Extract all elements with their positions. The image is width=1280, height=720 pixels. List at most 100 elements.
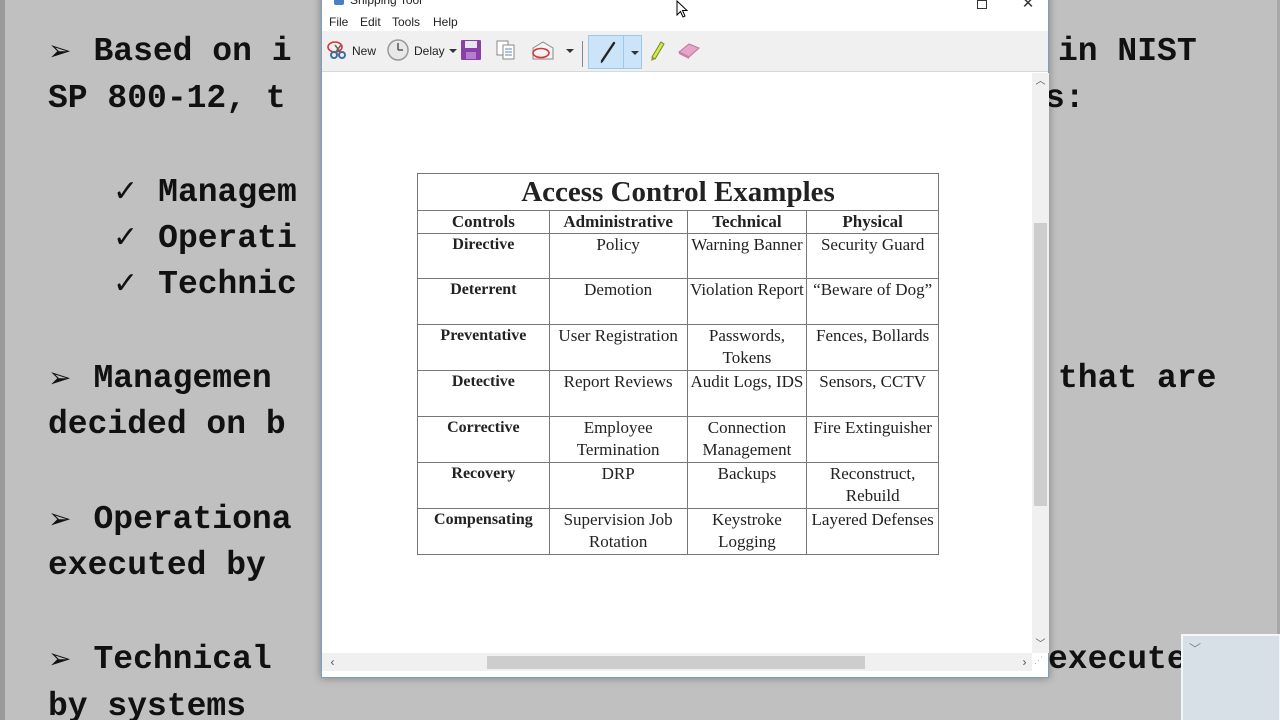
cell-physical: Security Guard (806, 233, 939, 279)
cell-administrative: User Registration (548, 324, 688, 371)
slide-line: executed by (48, 547, 266, 584)
scroll-right-icon[interactable]: › (1016, 653, 1033, 671)
mouse-cursor-icon (676, 0, 690, 18)
menu-file[interactable]: File (329, 15, 348, 29)
maximize-button[interactable] (972, 0, 992, 11)
table-title: Access Control Examples (417, 173, 939, 211)
arrow-bullet-icon: ➢ (48, 642, 72, 675)
slide-line-tail: that are (1058, 360, 1217, 397)
table-row: Detective Report Reviews Audit Logs, IDS… (417, 370, 939, 417)
cell-physical: Fire Extinguisher (806, 416, 939, 463)
snipping-tool-window[interactable]: Snipping Tool ✕ File Edit Tools Help New… (321, 0, 1049, 678)
slide-line-tail: in NIST (1058, 33, 1197, 70)
captured-image: Access Control Examples Controls Adminis… (417, 173, 939, 555)
cell-physical: Layered Defenses (806, 508, 939, 555)
highlighter-button[interactable] (646, 37, 668, 65)
horizontal-scrollbar[interactable]: ‹ › (322, 653, 1032, 671)
menu-help[interactable]: Help (433, 15, 458, 29)
cell-technical: Violation Report (686, 278, 808, 325)
maximize-icon (977, 0, 987, 9)
vertical-scroll-thumb[interactable] (1034, 223, 1047, 506)
save-icon (460, 39, 482, 64)
slide-line: by systems (48, 688, 247, 720)
cell-technical: Audit Logs, IDS (686, 370, 808, 417)
close-button[interactable]: ✕ (1018, 0, 1038, 11)
table-row: Recovery DRP Backups Reconstruct, Rebuil… (417, 462, 939, 509)
table-row: Preventative User Registration Passwords… (417, 324, 939, 371)
close-icon: ✕ (1021, 0, 1035, 12)
checkmark-icon: ✓ (113, 266, 139, 301)
slide-bullet-line: ➢ Operationa (48, 501, 292, 538)
column-header: Physical (806, 210, 939, 234)
row-control: Compensating (417, 508, 550, 555)
row-control: Corrective (417, 416, 550, 463)
cell-physical: Reconstruct, Rebuild (806, 462, 939, 509)
scroll-left-icon[interactable]: ‹ (324, 653, 341, 671)
cell-technical: Passwords, Tokens (686, 324, 808, 371)
send-email-icon (530, 39, 556, 64)
cell-technical: Warning Banner (686, 233, 808, 279)
slide-edge (0, 0, 5, 720)
scroll-down-icon[interactable]: ﹀ (1032, 636, 1049, 653)
notification-panel[interactable]: ﹀ (1181, 634, 1280, 720)
pen-divider (623, 36, 624, 68)
chevron-down-icon[interactable]: ﹀ (1189, 640, 1201, 657)
row-control: Preventative (417, 324, 550, 371)
eraser-icon (676, 39, 702, 64)
slide-line: SP 800-12, t (48, 80, 286, 117)
slide-check-line: ✓ Managem (113, 174, 297, 211)
cell-administrative: DRP (548, 462, 688, 509)
slide-line-tail: execute (1048, 641, 1187, 678)
cell-administrative: Policy (548, 233, 688, 279)
slide-bullet-line: ➢ Managemen (48, 360, 272, 397)
pen-dropdown-icon[interactable] (631, 51, 639, 55)
table-row: Directive Policy Warning Banner Security… (417, 233, 939, 279)
horizontal-scroll-thumb[interactable] (487, 656, 865, 669)
table-row: Compensating Supervision Job Rotation Ke… (417, 508, 939, 555)
slide-line-tail: s: (1045, 80, 1085, 117)
copy-button[interactable] (495, 37, 517, 65)
resize-grip-icon[interactable]: ⋰ (1034, 655, 1048, 669)
cell-technical: Connection Management (686, 416, 808, 463)
column-header: Administrative (548, 210, 688, 234)
table-row: Corrective Employee Termination Connecti… (417, 416, 939, 463)
highlighter-icon (646, 38, 668, 65)
delay-button[interactable]: Delay (386, 37, 457, 65)
slide-bullet-line: ➢ Based on i (48, 33, 292, 70)
arrow-bullet-icon: ➢ (48, 361, 72, 394)
toolbar-separator (582, 41, 583, 67)
save-button[interactable] (460, 37, 482, 65)
chevron-down-icon (448, 49, 457, 53)
new-snip-label: New (352, 44, 377, 58)
scroll-up-icon[interactable]: ︿ (1032, 73, 1049, 90)
row-control: Detective (417, 370, 550, 417)
chevron-down-icon[interactable] (566, 49, 574, 53)
checkmark-icon: ✓ (113, 220, 139, 255)
window-title: Snipping Tool (350, 0, 422, 7)
row-control: Directive (417, 233, 550, 279)
column-header: Technical (686, 210, 808, 234)
copy-icon (495, 39, 517, 64)
app-icon (334, 0, 344, 5)
cell-technical: Backups (686, 462, 808, 509)
pen-icon (597, 40, 619, 69)
snip-canvas[interactable]: Access Control Examples Controls Adminis… (322, 73, 1034, 653)
slide-check-line: ✓ Operati (113, 220, 297, 257)
menu-edit[interactable]: Edit (360, 15, 381, 29)
new-snip-icon (326, 39, 348, 64)
slide-check-line: ✓ Technic (113, 266, 297, 303)
row-control: Deterrent (417, 278, 550, 325)
slide-line: decided on b (48, 406, 286, 443)
send-snip-button[interactable] (530, 37, 574, 65)
menu-tools[interactable]: Tools (392, 15, 420, 29)
eraser-button[interactable] (676, 37, 702, 65)
new-snip-button[interactable]: New (326, 37, 376, 65)
cell-physical: Sensors, CCTV (806, 370, 939, 417)
cell-physical: Fences, Bollards (806, 324, 939, 371)
pen-tool-button[interactable] (588, 35, 642, 69)
cell-technical: Keystroke Logging (686, 508, 808, 555)
toolbar: New Delay (322, 31, 1048, 72)
vertical-scrollbar[interactable]: ︿ ﹀ (1032, 73, 1049, 653)
cell-administrative: Supervision Job Rotation (548, 508, 688, 555)
row-control: Recovery (417, 462, 550, 509)
